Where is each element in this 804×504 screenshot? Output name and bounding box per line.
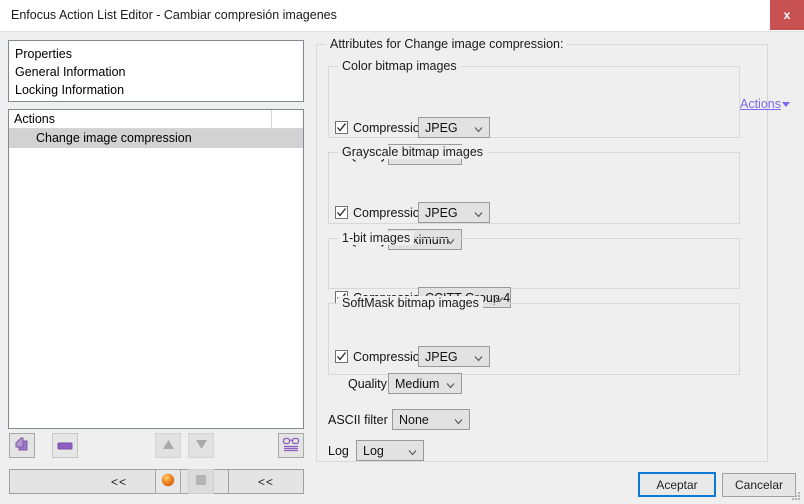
group-legend: SoftMask bitmap images bbox=[338, 296, 483, 310]
ascii-filter-value: None bbox=[399, 413, 429, 427]
collapse-right-button[interactable]: << bbox=[228, 469, 304, 494]
resize-grip[interactable] bbox=[789, 489, 801, 501]
preview-button[interactable] bbox=[278, 433, 304, 458]
actions-column-header: Actions bbox=[14, 112, 55, 126]
ascii-filter-label: ASCII filter bbox=[328, 413, 388, 427]
cancel-button[interactable]: Cancelar bbox=[722, 473, 796, 497]
glasses-icon bbox=[282, 436, 300, 456]
group-1bit-images: 1-bit images bbox=[328, 231, 740, 289]
properties-item-general-information[interactable]: General Information bbox=[15, 63, 297, 81]
chevron-down-icon bbox=[782, 102, 790, 108]
grayscale-compression-label: Compression bbox=[353, 206, 427, 220]
triangle-down-icon bbox=[195, 439, 208, 453]
color-compression-select[interactable]: JPEG bbox=[418, 117, 490, 138]
attributes-panel-title: Attributes for Change image compression: bbox=[326, 37, 568, 51]
group-softmask-bitmap-images: SoftMask bitmap images bbox=[328, 296, 740, 375]
softmask-compression-label: Compression bbox=[353, 350, 427, 364]
close-button[interactable]: x bbox=[770, 0, 804, 30]
column-divider[interactable] bbox=[271, 110, 272, 129]
chevron-down-icon bbox=[474, 125, 483, 134]
grayscale-compression-value: JPEG bbox=[425, 206, 458, 220]
softmask-compression-select[interactable]: JPEG bbox=[418, 346, 490, 367]
ascii-filter-select[interactable]: None bbox=[392, 409, 470, 430]
move-down-button[interactable] bbox=[188, 433, 214, 458]
window-client-area: Properties General Information Locking I… bbox=[0, 32, 804, 504]
chevron-down-icon bbox=[474, 354, 483, 363]
log-label: Log bbox=[328, 444, 349, 458]
color-compression-value: JPEG bbox=[425, 121, 458, 135]
window-title: Enfocus Action List Editor - Cambiar com… bbox=[11, 8, 337, 22]
color-compression-checkbox[interactable] bbox=[335, 121, 348, 134]
chevron-down-icon bbox=[454, 417, 463, 426]
color-compression-label: Compression bbox=[353, 121, 427, 135]
log-value: Log bbox=[363, 444, 384, 458]
actions-menu-link[interactable]: Actions bbox=[740, 97, 790, 111]
accept-button[interactable]: Aceptar bbox=[638, 472, 716, 497]
table-row[interactable]: Change image compression bbox=[9, 129, 303, 148]
actions-list[interactable]: Actions Change image compression bbox=[8, 109, 304, 429]
group-legend: Grayscale bitmap images bbox=[338, 145, 488, 159]
softmask-compression-value: JPEG bbox=[425, 350, 458, 364]
move-up-button[interactable] bbox=[155, 433, 181, 458]
softmask-quality-value: Medium bbox=[395, 377, 440, 391]
orange-sphere-icon bbox=[160, 472, 176, 491]
grayscale-compression-checkbox[interactable] bbox=[335, 206, 348, 219]
chevron-down-icon bbox=[408, 448, 417, 457]
chevron-down-icon bbox=[474, 210, 483, 219]
remove-action-button[interactable] bbox=[52, 433, 78, 458]
properties-item-locking-information[interactable]: Locking Information bbox=[15, 81, 297, 99]
properties-item-properties[interactable]: Properties bbox=[15, 45, 297, 63]
properties-list[interactable]: Properties General Information Locking I… bbox=[8, 40, 304, 102]
group-legend: 1-bit images bbox=[338, 231, 415, 245]
enabled-toggle-button[interactable] bbox=[155, 469, 181, 494]
actions-menu-label: Actions bbox=[740, 97, 781, 111]
gray-square-icon bbox=[195, 474, 207, 489]
title-bar: Enfocus Action List Editor - Cambiar com… bbox=[0, 0, 804, 32]
softmask-compression-checkbox[interactable] bbox=[335, 350, 348, 363]
log-select[interactable]: Log bbox=[356, 440, 424, 461]
actions-list-header: Actions bbox=[9, 110, 303, 129]
add-pages-icon bbox=[14, 436, 30, 455]
remove-icon bbox=[57, 439, 73, 453]
group-legend: Color bitmap images bbox=[338, 59, 461, 73]
add-action-button[interactable] bbox=[9, 433, 35, 458]
disabled-toggle-button[interactable] bbox=[188, 469, 214, 494]
softmask-quality-select[interactable]: Medium bbox=[388, 373, 462, 394]
triangle-up-icon bbox=[162, 439, 175, 453]
chevron-down-icon bbox=[446, 381, 455, 390]
grayscale-compression-select[interactable]: JPEG bbox=[418, 202, 490, 223]
softmask-quality-label: Quality bbox=[348, 377, 387, 391]
